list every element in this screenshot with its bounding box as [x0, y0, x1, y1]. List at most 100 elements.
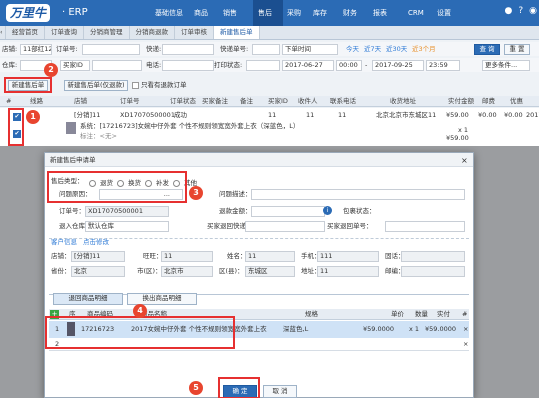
delete-icon-row2[interactable]: × [463, 339, 468, 350]
aftersale-modal: 新建售后申请单 × 售后类型： 退货 换货 补发 其他 问题原因： ... 3 … [44, 152, 474, 398]
gr-qty[interactable]: x 1 [409, 324, 419, 335]
order-label: 订单号: [56, 45, 78, 53]
tab-home[interactable]: 经营首页 [6, 26, 45, 39]
tab-return-goods[interactable]: 退回商品明细 [53, 293, 123, 305]
nav-item-aftersale[interactable]: 售后 [253, 0, 283, 26]
user-icon[interactable]: ◉ [529, 6, 537, 16]
tab-distributor[interactable]: 分销商管理 [84, 26, 130, 39]
row-receiver: 11 [306, 111, 315, 119]
row-order-no: XD17070500001 [120, 111, 175, 119]
row-shop: [分销]11 [74, 111, 101, 119]
close-icon[interactable]: × [461, 155, 468, 166]
tab-distributor-refund[interactable]: 分销商退款 [130, 26, 175, 39]
search-button[interactable]: 查 询 [474, 44, 500, 55]
modal-title: 新建售后申请单 [50, 156, 96, 164]
info-icon[interactable]: i [323, 206, 332, 215]
row-detail-note: 标注：<无> [80, 132, 117, 140]
time-to-select[interactable]: 23:59 [426, 60, 460, 71]
th-hash: # [6, 97, 12, 105]
date-from-input[interactable]: 2017-06-27 [282, 60, 334, 71]
last-30-days-link[interactable]: 近30天 [386, 44, 407, 55]
print-status-select[interactable] [246, 60, 280, 71]
callout-box-3 [47, 171, 187, 203]
return-express-no-label: 买家退回单号： [327, 222, 373, 230]
th-order-status: 订单状态 [170, 97, 196, 105]
row-phone: 11 [338, 111, 347, 119]
callout-box-1 [8, 108, 24, 146]
nav-item-goods[interactable]: 商品 [194, 0, 223, 26]
new-aftersale-refund-button[interactable]: 新建售后单(仅退款) [64, 80, 128, 91]
gr-paid[interactable]: ¥59.0000 [425, 324, 456, 335]
last-7-days-link[interactable]: 近7天 [364, 44, 381, 55]
nav-item-basic[interactable]: 基础信息 [155, 0, 194, 26]
nav-item-settings[interactable]: 设置 [433, 0, 463, 26]
nick-label: 旺旺： [143, 252, 163, 260]
customer-info-label: 客户信息 [51, 238, 77, 246]
customer-edit-link[interactable]: 点击修改 [83, 237, 109, 248]
nav-item-crm[interactable]: CRM [403, 0, 433, 26]
gr-spec: 深蓝色,L [283, 325, 309, 333]
tab-new-aftersale[interactable]: 新建售后单 [214, 26, 260, 39]
only-refund-checkbox[interactable] [132, 82, 139, 89]
tab-order-audit[interactable]: 订单审核 [175, 26, 214, 39]
return-warehouse-select[interactable]: 默认仓库 [85, 221, 169, 232]
callout-box-5 [218, 377, 260, 398]
row-detail-amount: ¥59.00 [446, 134, 469, 142]
gr-price: ¥59.0000 [363, 325, 395, 333]
buyer-id-select[interactable]: 买家ID [60, 60, 90, 71]
product-thumbnail [66, 122, 76, 134]
city-field: 北京市 [161, 266, 213, 277]
app-name: · ERP [62, 7, 88, 18]
row-discount: ¥0.00 [504, 111, 523, 119]
refund-label: 退款金额： [219, 207, 252, 215]
warehouse-label: 仓库: [2, 61, 18, 69]
nav-item-purchase[interactable]: 采购 [283, 0, 313, 26]
desc-input[interactable] [251, 189, 465, 200]
gh-action: # [462, 310, 468, 318]
question-icon[interactable]: ? [518, 6, 523, 16]
buyer-id-input[interactable] [92, 60, 142, 71]
gr2-index: 2 [55, 340, 60, 348]
top-right-icons: ● ? ◉ [505, 6, 538, 16]
express-no-input[interactable] [252, 44, 280, 55]
th-remark: 备注 [240, 97, 253, 105]
last-3-months-link[interactable]: 近3个月 [412, 44, 436, 55]
district-field: 东城区 [245, 266, 295, 277]
nav-item-report[interactable]: 报表 [373, 0, 403, 26]
phone-input[interactable] [162, 60, 214, 71]
tab-order-query[interactable]: 订单查询 [45, 26, 84, 39]
date-to-input[interactable]: 2017-09-25 [372, 60, 424, 71]
express-select[interactable] [162, 44, 214, 55]
th-buyer-id: 买家ID [268, 97, 288, 105]
page-tabs: ‹ 经营首页 订单查询 分销商管理 分销商退款 订单审核 新建售后单 [0, 26, 539, 40]
gh-spec: 规格 [305, 310, 318, 318]
date-sep: - [365, 61, 368, 69]
return-express-no-input[interactable] [385, 221, 465, 232]
nav-item-finance[interactable]: 财务 [343, 0, 373, 26]
th-receiver: 收件人 [298, 97, 318, 105]
nav-item-stock[interactable]: 库存 [313, 0, 343, 26]
district-label: 区(县)： [219, 267, 244, 275]
refund-input[interactable] [251, 206, 325, 217]
return-express-select[interactable] [245, 221, 325, 232]
cancel-button[interactable]: 取 消 [263, 385, 297, 398]
th-buyer-remark: 买家备注 [202, 97, 228, 105]
order-no-label: 订单号： [59, 207, 85, 215]
today-link[interactable]: 今天 [346, 44, 359, 55]
time-from-select[interactable]: 00:00 [336, 60, 362, 71]
delete-icon[interactable]: × [463, 324, 468, 335]
callout-box-2 [4, 77, 52, 93]
reset-button[interactable]: 重 置 [504, 44, 530, 55]
order-input[interactable] [82, 44, 140, 55]
store-select[interactable]: 11部红12 [20, 44, 52, 55]
callout-1: 1 [26, 110, 40, 124]
bell-icon[interactable]: ● [505, 6, 513, 16]
province-field: 北京 [71, 266, 125, 277]
time-type-select[interactable]: 下单时间 [282, 44, 338, 55]
express-label: 快递: [146, 45, 162, 53]
more-conditions-select[interactable]: 更多条件... [482, 60, 530, 71]
nav-item-sales[interactable]: 销售 [223, 0, 253, 26]
desc-label: 问题描述： [219, 190, 252, 198]
phone-label: 电话: [146, 61, 162, 69]
goods-row-2[interactable] [49, 338, 469, 351]
